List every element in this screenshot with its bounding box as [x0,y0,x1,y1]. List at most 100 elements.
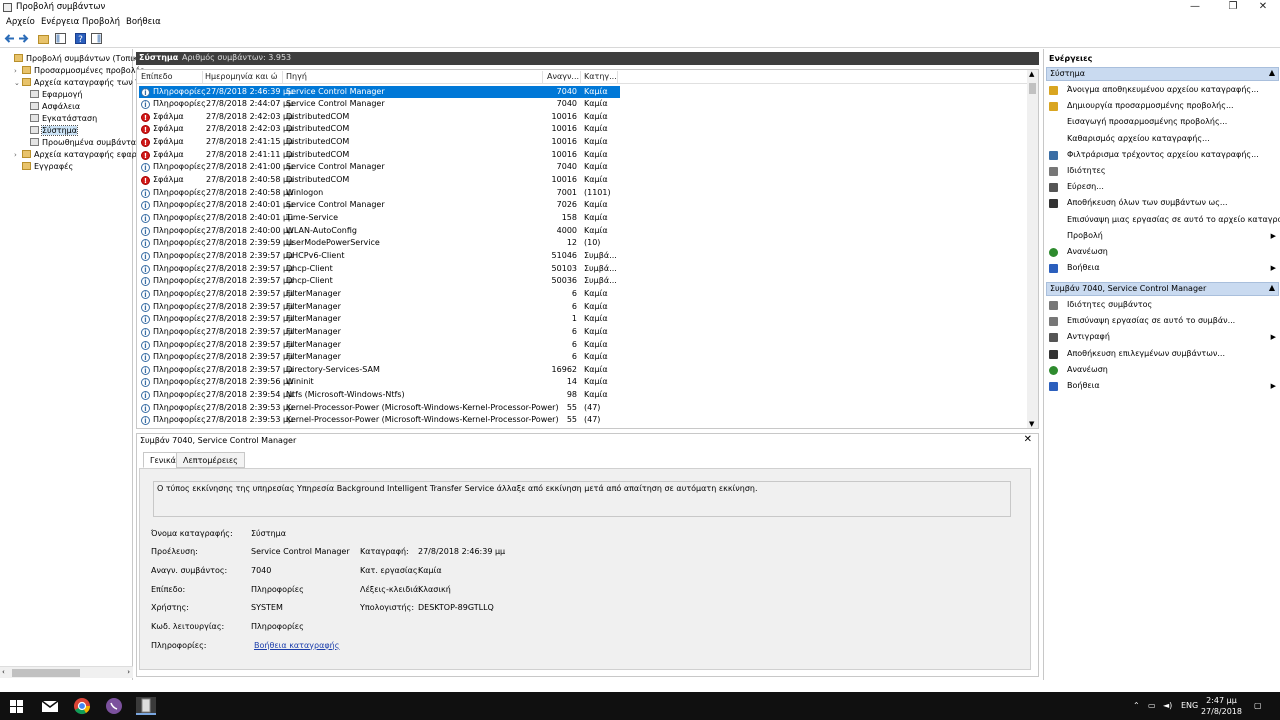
table-row[interactable]: i Πληροφορίες 27/8/2018 2:39:57 μμ FilterMa… [139,313,620,326]
menu-action[interactable]: Ενέργεια [41,17,79,27]
event-viewer-taskbar-icon[interactable] [136,697,156,715]
table-row[interactable]: ! Σφάλμα 27/8/2018 2:40:58 μμ DistributedCO… [139,174,620,187]
show-hidden-icons-icon[interactable]: ⌃ [1133,701,1140,710]
table-row[interactable]: i Πληροφορίες 27/8/2018 2:39:56 μμ Wininit 1… [139,376,620,389]
action-item[interactable]: Ιδιότητες [1046,164,1278,178]
action-item[interactable]: Ιδιότητες συμβάντος [1046,298,1278,312]
table-row[interactable]: i Πληροφορίες 27/8/2018 2:46:39 μμ Service … [139,85,620,99]
collapse-up-icon[interactable]: ▲ [1269,283,1275,292]
column-level[interactable]: Επίπεδο [141,72,173,81]
collapse-up-icon[interactable]: ▲ [1269,68,1275,77]
event-log-help-link[interactable]: Βοήθεια καταγραφής [254,641,339,650]
table-row[interactable]: i Πληροφορίες 27/8/2018 2:44:07 μμ Service … [139,98,620,111]
close-button[interactable]: ✕ [1246,0,1280,15]
computer-value[interactable]: DESKTOP-89GTLLQ [418,603,494,612]
action-item[interactable]: Αντιγραφή ▶ [1046,330,1278,344]
chrome-icon[interactable] [72,697,92,715]
event-id-value[interactable]: 7040 [251,566,271,575]
tab-details[interactable]: Λεπτομέρειες [176,452,245,468]
up-folder-icon[interactable] [38,33,49,44]
table-row[interactable]: i Πληροφορίες 27/8/2018 2:39:57 μμ Director… [139,364,620,377]
action-item[interactable]: Βοήθεια ▶ [1046,261,1278,275]
table-row[interactable]: ! Σφάλμα 27/8/2018 2:41:15 μμ DistributedCO… [139,136,620,149]
action-item[interactable]: Βοήθεια ▶ [1046,379,1278,393]
scroll-down-arrow-icon[interactable]: ▼ [1029,420,1034,428]
action-item[interactable]: Άνοιγμα αποθηκευμένου αρχείου καταγραφής… [1046,83,1278,97]
tree-item[interactable]: Εγκατάσταση [22,113,97,125]
level-value[interactable]: Πληροφορίες [251,585,304,594]
tree-item[interactable]: › Προσαρμοσμένες προβολές [14,65,144,77]
table-row[interactable]: i Πληροφορίες 27/8/2018 2:40:01 μμ Time-Ser… [139,212,620,225]
table-row[interactable]: i Πληροφορίες 27/8/2018 2:39:57 μμ Dhcp-Cli… [139,275,620,288]
action-item[interactable]: Δημιουργία προσαρμοσμένης προβολής... [1046,99,1278,113]
action-item[interactable]: Αποθήκευση επιλεγμένων συμβάντων... [1046,347,1278,361]
tree-item[interactable]: Προβολή συμβάντων (Τοπική) [6,53,146,65]
scroll-right-arrow-icon[interactable]: › [127,668,130,676]
action-pane-icon[interactable] [91,33,102,44]
close-icon[interactable]: ✕ [1024,434,1032,445]
tree-horizontal-scrollbar[interactable]: ‹ › [0,666,133,678]
event-message[interactable]: Ο τύπος εκκίνησης της υπηρεσίας Υπηρεσία… [153,481,1011,517]
tree-item[interactable]: Σύστημα [22,125,79,137]
menu-view[interactable]: Προβολή [82,17,120,27]
table-row[interactable]: i Πληροφορίες 27/8/2018 2:39:57 μμ FilterMa… [139,339,620,352]
tree-expander-icon[interactable]: › [14,149,22,161]
scroll-left-arrow-icon[interactable]: ‹ [2,668,5,676]
table-row[interactable]: i Πληροφορίες 27/8/2018 2:39:57 μμ FilterMa… [139,326,620,339]
table-row[interactable]: i Πληροφορίες 27/8/2018 2:39:57 μμ Dhcp-Cli… [139,263,620,276]
actions-section-log[interactable]: Σύστημα ▲ [1046,67,1279,81]
tree-item[interactable]: Εφαρμογή [22,89,82,101]
help-icon[interactable]: ? [75,33,86,44]
action-item[interactable]: Εύρεση... [1046,180,1278,194]
table-row[interactable]: i Πληροφορίες 27/8/2018 2:40:58 μμ Winlogon… [139,187,620,200]
scroll-up-arrow-icon[interactable]: ▲ [1029,70,1034,78]
back-arrow-icon[interactable] [4,33,15,44]
log-name-value[interactable]: Σύστημα [251,529,286,538]
table-row[interactable]: i Πληροφορίες 27/8/2018 2:40:00 μμ WLAN-Aut… [139,225,620,238]
action-item[interactable]: Προβολή ▶ [1046,229,1278,243]
action-item[interactable]: Ανανέωση [1046,245,1278,259]
action-item[interactable]: Εισαγωγή προσαρμοσμένης προβολής... [1046,115,1278,129]
table-row[interactable]: i Πληροφορίες 27/8/2018 2:39:57 μμ FilterMa… [139,288,620,301]
menu-help[interactable]: Βοήθεια [126,17,161,27]
event-list-vertical-scrollbar[interactable]: ▲ ▼ [1027,70,1038,428]
network-icon[interactable]: ▭ [1148,701,1156,710]
forward-arrow-icon[interactable] [18,33,29,44]
mail-icon[interactable] [40,697,60,715]
action-item[interactable]: Ανανέωση [1046,363,1278,377]
column-source[interactable]: Πηγή [286,72,307,81]
table-row[interactable]: i Πληροφορίες 27/8/2018 2:39:57 μμ DHCPv6-C… [139,250,620,263]
table-row[interactable]: i Πληροφορίες 27/8/2018 2:39:54 μμ Ntfs (Mi… [139,389,620,402]
table-row[interactable]: ! Σφάλμα 27/8/2018 2:41:11 μμ DistributedCO… [139,149,620,162]
actions-section-event[interactable]: Συμβάν 7040, Service Control Manager ▲ [1046,282,1279,296]
tree-item[interactable]: › Αρχεία καταγραφής εφαρμ [14,149,142,161]
notifications-icon[interactable]: ▢ [1254,701,1262,710]
tree-expander-icon[interactable]: ⌄ [14,77,22,89]
tree-item[interactable]: Ασφάλεια [22,101,80,113]
table-row[interactable]: i Πληροφορίες 27/8/2018 2:40:01 μμ Service … [139,199,620,212]
table-row[interactable]: i Πληροφορίες 27/8/2018 2:39:59 μμ UserMode… [139,237,620,250]
opcode-value[interactable]: Πληροφορίες [251,622,304,631]
menu-file[interactable]: Αρχείο [6,17,35,27]
column-category[interactable]: Κατηγ... [584,72,617,81]
table-row[interactable]: i Πληροφορίες 27/8/2018 2:41:00 μμ Service … [139,161,620,174]
show-hide-tree-icon[interactable] [55,33,66,44]
table-row[interactable]: i Πληροφορίες 27/8/2018 2:39:57 μμ FilterMa… [139,301,620,314]
scrollbar-thumb[interactable] [1029,83,1036,94]
table-row[interactable]: i Πληροφορίες 27/8/2018 2:39:53 μμ Kernel-P… [139,402,620,415]
keywords-value[interactable]: Κλασική [418,585,451,594]
table-row[interactable]: i Πληροφορίες 27/8/2018 2:39:57 μμ FilterMa… [139,351,620,364]
table-row[interactable]: ! Σφάλμα 27/8/2018 2:42:03 μμ DistributedCO… [139,111,620,124]
minimize-button[interactable]: — [1178,0,1212,15]
scrollbar-thumb[interactable] [12,669,80,677]
column-date[interactable]: Ημερομηνία και ώ [205,72,278,81]
maximize-button[interactable]: ❐ [1216,0,1250,15]
action-item[interactable]: Καθαρισμός αρχείου καταγραφής... [1046,132,1278,146]
table-row[interactable]: i Πληροφορίες 27/8/2018 2:39:53 μμ Kernel-P… [139,414,620,427]
action-item[interactable]: Φιλτράρισμα τρέχοντος αρχείου καταγραφής… [1046,148,1278,162]
action-item[interactable]: Επισύναψη μιας εργασίας σε αυτό το αρχεί… [1046,213,1280,227]
action-item[interactable]: Αποθήκευση όλων των συμβάντων ως... [1046,196,1278,210]
task-category-value[interactable]: Καμία [418,566,442,575]
system-clock[interactable]: 2:47 μμ 27/8/2018 [1201,695,1242,717]
action-item[interactable]: Επισύναψη εργασίας σε αυτό το συμβάν... [1046,314,1278,328]
